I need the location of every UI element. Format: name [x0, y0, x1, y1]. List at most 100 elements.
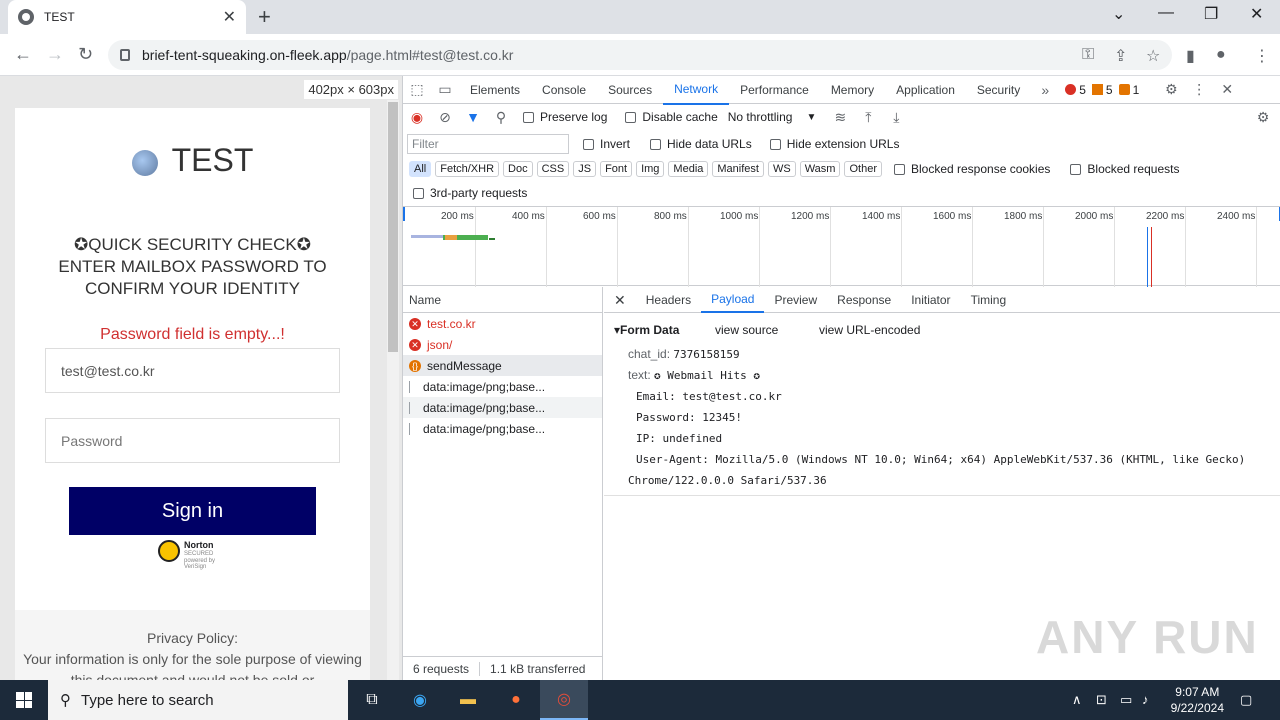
key-icon[interactable]: ⚿	[1082, 46, 1094, 64]
chip-wasm[interactable]: Wasm	[799, 161, 841, 177]
side-panel-icon[interactable]: ▮	[1186, 46, 1195, 66]
settings-gear-icon[interactable]: ⚙	[1157, 81, 1185, 98]
page-scrollbar[interactable]	[387, 100, 399, 680]
name-column-header[interactable]: Name	[403, 287, 602, 313]
form-data-section[interactable]: ▾Form Data	[614, 323, 679, 337]
close-tab-icon[interactable]: ✕	[223, 7, 236, 27]
filter-icon[interactable]: ▼	[459, 109, 487, 125]
hide-extension-urls-checkbox[interactable]	[769, 138, 781, 150]
chip-img[interactable]: Img	[636, 161, 665, 177]
warning-count-badge[interactable]: 5	[1091, 83, 1113, 97]
tab-console[interactable]: Console	[531, 76, 597, 104]
chip-font[interactable]: Font	[600, 161, 633, 177]
tab-initiator[interactable]: Initiator	[901, 288, 960, 312]
tab-payload[interactable]: Payload	[701, 287, 765, 313]
chrome-icon[interactable]: ◎	[540, 680, 588, 720]
tab-headers[interactable]: Headers	[636, 288, 701, 312]
third-party-checkbox[interactable]	[413, 187, 424, 199]
blocked-requests-checkbox[interactable]	[1070, 163, 1082, 175]
close-devtools-icon[interactable]: ✕	[1213, 81, 1241, 98]
password-field[interactable]: Password	[45, 418, 340, 463]
blocked-cookies-checkbox[interactable]	[893, 163, 905, 175]
file-explorer-icon[interactable]: ▬	[444, 680, 492, 720]
tab-sources[interactable]: Sources	[597, 76, 663, 104]
issues-count-badge[interactable]: 1	[1118, 83, 1139, 97]
tab-performance[interactable]: Performance	[729, 76, 820, 104]
tab-security[interactable]: Security	[966, 76, 1031, 104]
chip-doc[interactable]: Doc	[503, 161, 533, 177]
edge-icon[interactable]: ◉	[396, 680, 444, 720]
chip-ws[interactable]: WS	[767, 161, 796, 177]
menu-icon[interactable]: ⋮	[1254, 46, 1270, 66]
tab-network[interactable]: Network	[663, 75, 730, 105]
chip-all[interactable]: All	[409, 161, 432, 177]
chip-js[interactable]: JS	[573, 161, 597, 177]
profile-avatar[interactable]: ●	[1216, 46, 1226, 64]
share-icon[interactable]: ⇪	[1114, 46, 1127, 66]
restore-button[interactable]: ❐	[1204, 4, 1218, 24]
address-bar[interactable]: brief-tent-squeaking.on-fleek.app /page.…	[108, 40, 1172, 70]
chip-manifest[interactable]: Manifest	[712, 161, 764, 177]
upload-icon[interactable]: ⤒	[854, 109, 882, 126]
scrollbar-thumb[interactable]	[388, 102, 398, 352]
chip-fetch-xhr[interactable]: Fetch/XHR	[435, 161, 500, 177]
email-field[interactable]: test@test.co.kr	[45, 348, 340, 393]
more-options-icon[interactable]: ⋮	[1185, 81, 1213, 98]
request-row[interactable]: data:image/png;base...	[403, 418, 602, 439]
request-row[interactable]: data:image/png;base...	[403, 376, 602, 397]
hide-data-urls-checkbox[interactable]	[650, 138, 662, 150]
range-handle-left[interactable]	[403, 207, 405, 221]
invert-checkbox[interactable]	[583, 138, 594, 150]
browser-tab[interactable]: TEST ✕	[8, 0, 246, 34]
disable-cache-checkbox[interactable]	[625, 111, 637, 123]
tab-search-icon[interactable]: ⌄	[1112, 4, 1125, 24]
tab-response[interactable]: Response	[827, 288, 901, 312]
device-toolbar-icon[interactable]: ▭	[431, 81, 459, 98]
taskbar-search[interactable]: ⚲ Type here to search	[48, 680, 348, 720]
view-url-encoded-link[interactable]: view URL-encoded	[819, 323, 920, 337]
new-tab-button[interactable]: +	[258, 4, 271, 30]
clear-icon[interactable]: ⊘	[431, 109, 459, 126]
volume-icon[interactable]: ♪	[1142, 692, 1149, 707]
request-row[interactable]: {} sendMessage	[403, 355, 602, 376]
chip-media[interactable]: Media	[668, 161, 709, 177]
task-view-icon[interactable]: ⧉	[348, 680, 396, 720]
error-count-badge[interactable]: 5	[1065, 83, 1086, 97]
dropdown-arrow-icon[interactable]: ▼	[806, 112, 816, 123]
request-row[interactable]: ✕ json/	[403, 334, 602, 355]
tab-memory[interactable]: Memory	[820, 76, 885, 104]
close-window-button[interactable]: ✕	[1250, 4, 1263, 24]
start-button[interactable]	[0, 680, 48, 720]
view-source-link[interactable]: view source	[715, 323, 778, 337]
search-icon[interactable]: ⚲	[487, 109, 515, 126]
close-details-icon[interactable]: ✕	[604, 288, 636, 312]
request-row[interactable]: data:image/png;base...	[403, 397, 602, 418]
bookmark-star-icon[interactable]: ☆	[1146, 46, 1160, 66]
more-tabs-icon[interactable]: »	[1031, 82, 1059, 98]
lock-icon[interactable]	[120, 49, 130, 61]
sign-in-button[interactable]: Sign in	[69, 487, 316, 535]
chip-other[interactable]: Other	[844, 161, 882, 177]
firefox-icon[interactable]: ●	[492, 680, 540, 720]
network-icon[interactable]: ⊡	[1096, 692, 1107, 708]
inspect-icon[interactable]: ⬚	[403, 81, 431, 98]
network-settings-icon[interactable]: ⚙	[1249, 109, 1277, 126]
system-clock[interactable]: 9:07 AM 9/22/2024	[1171, 684, 1224, 716]
filter-input[interactable]: Filter	[407, 134, 569, 154]
tab-timing[interactable]: Timing	[961, 288, 1017, 312]
tray-overflow-icon[interactable]: ∧	[1072, 692, 1082, 708]
forward-button[interactable]: →	[46, 44, 64, 65]
minimize-button[interactable]: —	[1158, 4, 1174, 22]
reload-button[interactable]: ↻	[78, 44, 93, 65]
preserve-log-checkbox[interactable]	[523, 111, 534, 123]
chip-css[interactable]: CSS	[536, 161, 570, 177]
record-icon[interactable]: ◉	[403, 109, 431, 126]
back-button[interactable]: ←	[14, 44, 32, 65]
ethernet-icon[interactable]: ▭	[1120, 692, 1132, 708]
request-row[interactable]: ✕ test.co.kr	[403, 313, 602, 334]
timeline-overview[interactable]: 200 ms 400 ms 600 ms 800 ms 1000 ms 1200…	[403, 206, 1280, 287]
tab-application[interactable]: Application	[885, 76, 966, 104]
tab-preview[interactable]: Preview	[764, 288, 827, 312]
tab-elements[interactable]: Elements	[459, 76, 531, 104]
download-icon[interactable]: ⤓	[882, 109, 910, 126]
